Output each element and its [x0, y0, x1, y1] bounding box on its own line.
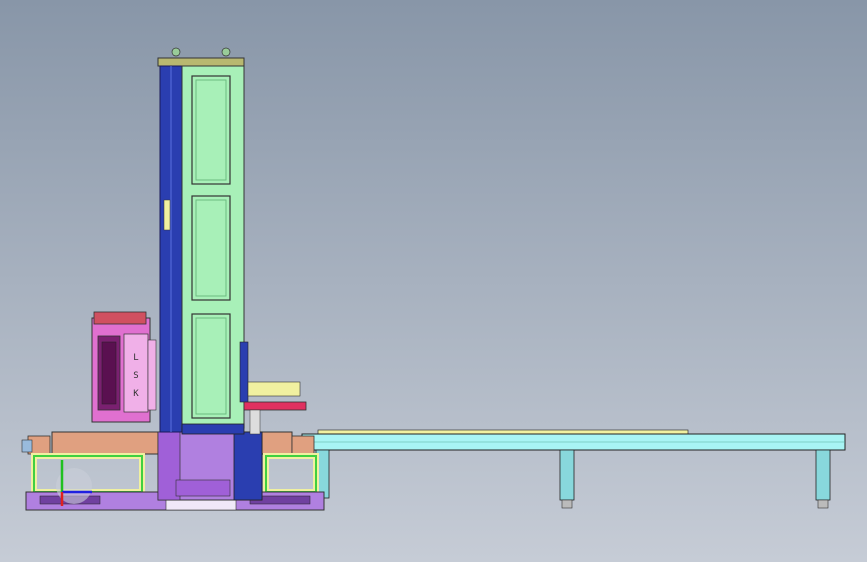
- carriage-red-beam: [243, 401, 307, 411]
- mast-slot: [163, 199, 171, 231]
- carriage-support: [249, 409, 261, 435]
- column-panel-bottom: [191, 313, 231, 419]
- conveyor-leg-2: [559, 449, 575, 501]
- motor-right-flange: [147, 339, 157, 411]
- column-panel-middle: [191, 195, 231, 301]
- column-panel-top: [191, 75, 231, 185]
- housing-right-blue: [233, 431, 263, 501]
- column-label-2: S: [133, 371, 138, 381]
- viewport-background: [0, 0, 867, 562]
- mast-top-plate: [157, 57, 245, 67]
- column-bottom-band: [181, 423, 245, 435]
- carriage-guide: [239, 341, 249, 403]
- base-right-cap: [291, 435, 315, 455]
- conveyor-foot-3: [817, 499, 829, 509]
- housing-lower-block: [175, 479, 231, 497]
- carriage-gripper: [247, 381, 301, 397]
- motor-assembly[interactable]: L S K: [91, 311, 157, 423]
- mast-top-bolt-2: [221, 47, 231, 57]
- column-label-3: K: [133, 389, 139, 399]
- motor-top-cap: [93, 311, 147, 325]
- column-label-1: L: [133, 353, 138, 363]
- cad-viewport[interactable]: L S K: [0, 0, 867, 562]
- base-center-plate: [165, 499, 237, 511]
- conveyor-leg-3: [815, 449, 831, 501]
- column-base-housing[interactable]: [157, 431, 263, 501]
- cad-assembly-drawing: L S K: [0, 0, 867, 562]
- base-left-clamp: [21, 439, 33, 453]
- vertical-column[interactable]: [157, 47, 245, 435]
- mast-top-bolt-1: [171, 47, 181, 57]
- motor-window-inner: [101, 341, 117, 405]
- conveyor-foot-2: [561, 499, 573, 509]
